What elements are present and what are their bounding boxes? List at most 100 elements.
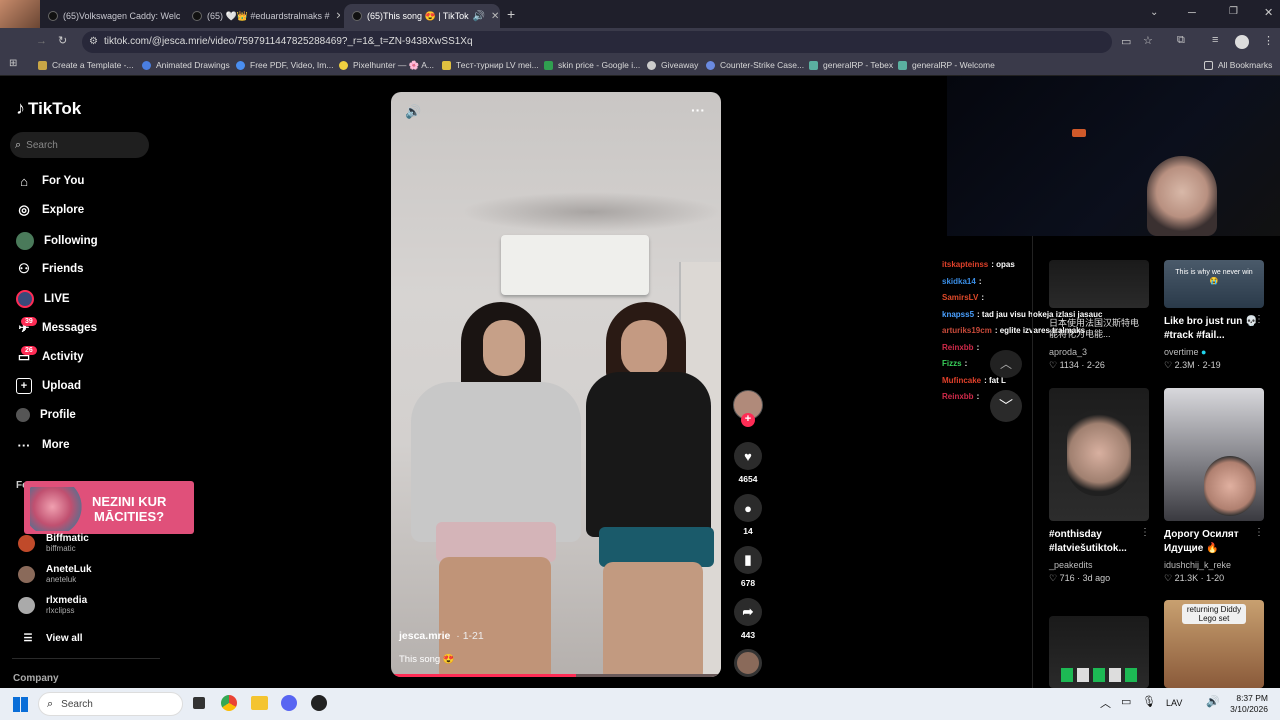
reload-icon[interactable]: ↻ [58,34,67,47]
bookmark-item[interactable]: skin price - Google i... [544,60,640,70]
video-options-icon[interactable]: ··· [691,102,705,118]
nav-friends[interactable]: ⚇ Friends [16,261,83,277]
bookmark-item[interactable]: Тест-турнир LV mei... [442,60,539,70]
install-app-icon[interactable]: ▭ [1121,35,1131,48]
person-left-face [483,320,525,376]
bookmark-item[interactable]: Pixelhunter — 🌸 A... [339,60,434,71]
menu-kebab-icon[interactable]: ⋮ [1263,34,1274,47]
volume-tray-icon[interactable]: 🔊 [1206,695,1220,708]
nav-live[interactable]: LIVE [16,290,70,308]
video-player[interactable]: 🔊 ··· jesca.mrie · 1-21 This song 😍 [391,92,721,677]
tiktok-logo[interactable]: ♪ TikTok [16,98,81,119]
minimize-icon[interactable]: ─ [1188,7,1196,19]
chat-username: Reinxbb [942,342,974,352]
nav-for-you[interactable]: ⌂ For You [16,173,84,189]
card-options-icon[interactable]: ⋮ [1254,314,1264,325]
tray-chevron-icon[interactable]: ︿ [1100,695,1111,711]
video-card-thumb[interactable] [1164,388,1264,521]
comment-button[interactable]: ● 14 [733,494,763,536]
file-explorer-icon[interactable] [251,696,268,710]
bookmark-item[interactable]: Counter-Strike Case... [706,60,804,70]
search-input[interactable]: ⌕ Search [10,132,149,158]
nav-upload[interactable]: + Upload [16,378,81,394]
bookmark-item[interactable]: generalRP - Tebex [809,60,893,70]
nav-more[interactable]: ··· More [16,437,70,453]
video-card-author[interactable]: idushchij_k_reke [1164,560,1231,570]
video-card-title[interactable]: Дорогу Осилят Идущие 🔥 [1164,528,1264,556]
extensions-icon[interactable]: ⧉ [1177,34,1185,47]
account-rlxmedia[interactable]: rlxmedia rlxclipss [18,595,87,615]
thumb-caption: This is why we never win 😭 [1175,269,1253,285]
video-progress-track[interactable] [391,674,721,677]
volume-icon[interactable]: 🔊 [405,104,421,120]
nav-profile[interactable]: Profile [16,408,76,422]
maximize-icon[interactable]: ❐ [1229,6,1238,17]
video-card-author[interactable]: overtime ● [1164,347,1206,357]
sound-avatar[interactable] [733,649,763,677]
scroll-up-button[interactable]: ︿ [990,350,1022,378]
bookmark-item[interactable]: Free PDF, Video, Im... [236,60,333,70]
video-card-thumb[interactable]: This is why we never win 😭 [1164,260,1264,308]
site-info-icon[interactable]: ⚙ [89,31,98,53]
video-card-thumb[interactable] [1049,388,1149,521]
tab-audio-icon[interactable]: 🔊 [469,11,485,22]
upload-icon: + [16,378,32,394]
card-options-icon[interactable]: ⋮ [1254,527,1264,538]
close-tab-icon[interactable]: ✕ [491,11,499,22]
like-button[interactable]: ♥ 4654 [733,442,763,484]
account-biffmatic[interactable]: Biffmatic biffmatic [18,533,89,553]
card-options-icon[interactable]: ⋮ [1140,527,1150,538]
task-view-icon[interactable] [193,697,205,709]
follow-plus-icon[interactable]: + [741,413,755,427]
forward-icon[interactable]: → [36,35,47,47]
video-card-thumb[interactable]: returning Diddy Lego set [1164,600,1264,688]
view-all-link[interactable]: ☰ View all [20,630,83,646]
media-control-icon[interactable]: ≡ [1212,34,1218,46]
video-card-thumb[interactable] [1049,616,1149,688]
video-card-author[interactable]: _peakedits [1049,560,1093,570]
video-author[interactable]: jesca.mrie [399,630,450,642]
language-indicator[interactable]: LAV [1166,698,1182,708]
close-window-icon[interactable]: ✕ [1264,6,1273,19]
save-button[interactable]: ▮ 678 [733,546,763,588]
tab-eduardstralmaks[interactable]: (65) 🤍👑 #eduardstralmaks # ✕ [184,4,340,28]
share-button[interactable]: ➦ 443 [733,598,763,640]
microphone-icon[interactable]: 🎙 [1142,695,1156,708]
bookmark-item[interactable]: Animated Drawings [142,60,230,70]
nav-explore[interactable]: ◎ Explore [16,202,84,218]
video-card-title[interactable]: Like bro just run 💀 #track #fail... [1164,315,1264,343]
video-card-author[interactable]: aproda_3 [1049,347,1087,357]
chat-text: : [981,293,984,302]
user-avatar-icon[interactable] [1235,35,1249,49]
promo-banner[interactable]: NEZINI KUR MĀCITIES? [24,481,194,534]
discord-icon[interactable] [281,695,297,711]
video-author-row[interactable]: jesca.mrie · 1-21 [399,630,484,642]
video-card-title[interactable]: #onthisday #latviešutiktok... [1049,528,1149,556]
bookmark-star-icon[interactable]: ☆ [1143,34,1153,47]
tab-tiktok-active[interactable]: (65)This song 😍 | TikTok 🔊 ✕ [344,4,500,28]
nav-following[interactable]: Following [16,232,98,250]
creator-avatar[interactable]: + [733,390,763,427]
new-tab-button[interactable]: + [507,6,515,22]
bookmark-item[interactable]: generalRP - Welcome [898,60,995,70]
tab-list-icon[interactable]: ⌄ [1150,7,1158,18]
network-icon[interactable]: ▭ [1121,695,1131,708]
app-icon[interactable] [311,695,327,711]
scroll-down-button[interactable]: ﹀ [990,390,1022,422]
taskbar-search[interactable]: ⌕ Search [38,692,183,716]
clock[interactable]: 8:37 PM 3/10/2026 [1230,693,1268,715]
tab-volkswagen[interactable]: (65)Volkswagen Caddy: Welche ✕ [40,4,180,28]
windows-start-icon[interactable] [13,697,28,712]
bookmark-item[interactable]: Giveaway [647,60,698,70]
streamer-face [1147,156,1217,236]
bookmark-item[interactable]: Create a Template -... [38,60,134,70]
close-tab-icon[interactable]: ✕ [329,11,340,22]
url-field[interactable]: ⚙ tiktok.com/@jesca.mrie/video/759791144… [82,31,1112,53]
following-avatar-icon [16,232,34,250]
chrome-taskbar-icon[interactable] [221,695,237,711]
company-link[interactable]: Company [13,673,59,684]
account-aneteluk[interactable]: AneteLuk aneteluk [18,564,92,584]
apps-grid-icon[interactable]: ⊞ [9,58,17,69]
video-card-thumb[interactable] [1049,260,1149,308]
all-bookmarks-folder[interactable]: All Bookmarks [1204,60,1272,70]
